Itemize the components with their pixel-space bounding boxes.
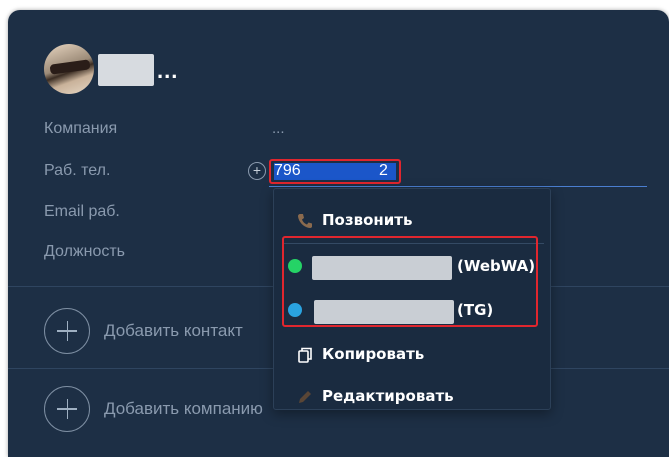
phone-input-underline bbox=[269, 186, 647, 187]
avatar[interactable] bbox=[44, 44, 94, 94]
company-label: Компания bbox=[44, 120, 118, 137]
pencil-icon bbox=[299, 391, 311, 403]
work-phone-prefix: 796 bbox=[274, 162, 301, 179]
add-contact-button[interactable]: Добавить контакт bbox=[104, 321, 243, 341]
menu-item-copy[interactable]: Копировать bbox=[274, 340, 550, 370]
menu-item-edit-label: Редактировать bbox=[322, 387, 454, 405]
menu-item-edit[interactable]: Редактировать bbox=[274, 382, 550, 412]
menu-item-telegram[interactable]: (TG) bbox=[274, 295, 550, 325]
email-label: Email раб. bbox=[44, 203, 120, 220]
whatsapp-icon bbox=[288, 259, 302, 273]
whatsapp-number-redacted bbox=[312, 256, 452, 280]
phone-icon bbox=[298, 214, 312, 228]
work-phone-field[interactable]: 796 2 bbox=[269, 159, 401, 184]
menu-item-call-label: Позвонить bbox=[322, 211, 413, 229]
work-phone-suffix: 2 bbox=[379, 162, 388, 179]
contact-name-ellipsis: ... bbox=[157, 58, 179, 83]
phone-context-menu: Позвонить (WebWA) (TG) Копировать Редакт… bbox=[273, 188, 551, 410]
contact-card: ... Компания ... Раб. тел. + 796 2 Email… bbox=[8, 10, 669, 457]
telegram-number-redacted bbox=[314, 300, 454, 324]
telegram-tag: (TG) bbox=[457, 301, 494, 319]
menu-item-copy-label: Копировать bbox=[322, 345, 425, 363]
company-value[interactable]: ... bbox=[272, 120, 285, 137]
menu-item-whatsapp[interactable]: (WebWA) bbox=[274, 251, 550, 281]
telegram-icon bbox=[288, 303, 302, 317]
copy-icon bbox=[298, 347, 312, 363]
menu-item-call[interactable]: Позвонить bbox=[274, 206, 550, 236]
add-company-icon[interactable] bbox=[44, 386, 90, 432]
contact-name-redacted bbox=[98, 54, 154, 86]
add-contact-icon[interactable] bbox=[44, 308, 90, 354]
work-phone-label: Раб. тел. bbox=[44, 162, 111, 179]
add-phone-icon[interactable]: + bbox=[248, 162, 266, 180]
add-company-button[interactable]: Добавить компанию bbox=[104, 399, 263, 419]
position-label: Должность bbox=[44, 243, 125, 260]
whatsapp-tag: (WebWA) bbox=[457, 257, 536, 275]
